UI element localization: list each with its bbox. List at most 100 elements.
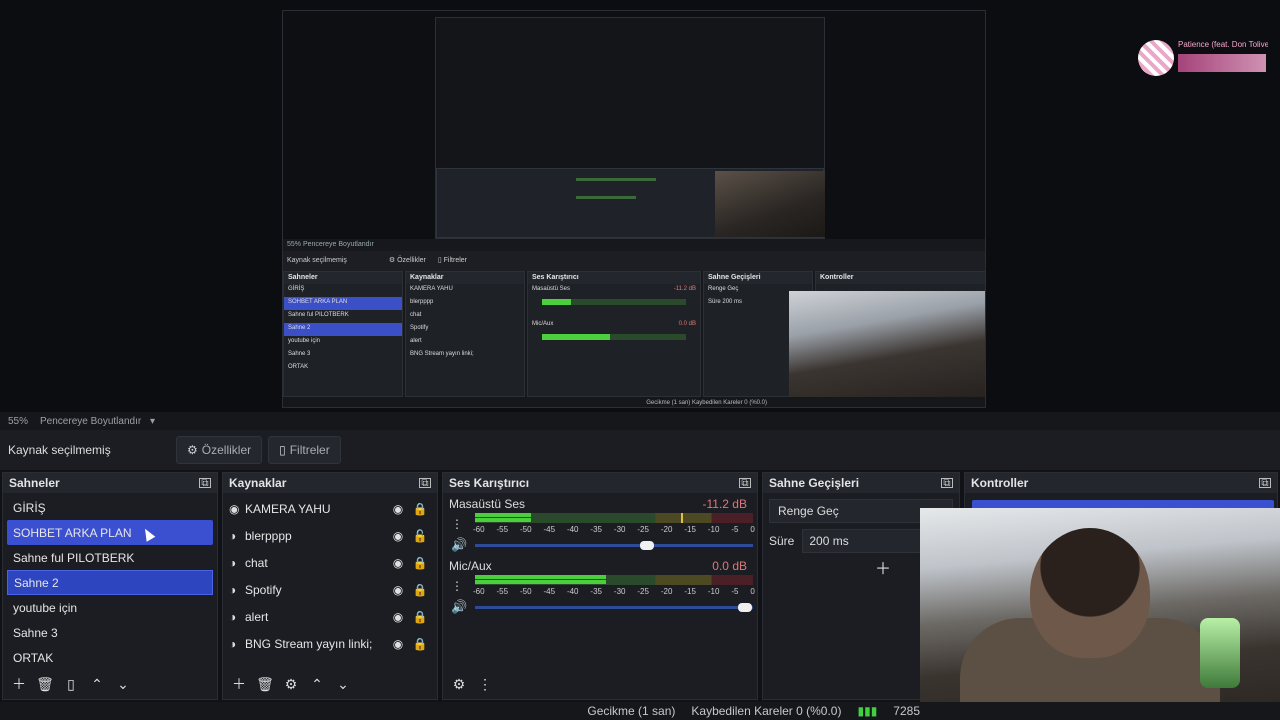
arrow-down-icon[interactable]: ⌄ bbox=[111, 672, 135, 696]
trash-icon[interactable]: 🗑 bbox=[253, 672, 277, 696]
scale-tick: 0 bbox=[750, 525, 755, 534]
scene-item[interactable]: youtube için bbox=[7, 595, 213, 620]
nested-preview-capture: 55% Pencereye Boyutlandır Kaynak seçilme… bbox=[282, 10, 986, 408]
preview-canvas[interactable]: 55% Pencereye Boyutlandır Kaynak seçilme… bbox=[0, 0, 1280, 412]
advanced-audio-icon[interactable]: ⚙ bbox=[447, 672, 471, 696]
properties-button[interactable]: ⚙ Özellikler bbox=[176, 436, 263, 464]
more-icon[interactable]: ⋮ bbox=[451, 517, 463, 531]
sources-title: Kaynaklar bbox=[229, 476, 287, 490]
lock-icon[interactable]: 🔒 bbox=[409, 583, 431, 597]
filters-button[interactable]: ▯ Filtreler bbox=[268, 436, 341, 464]
scale-tick: -50 bbox=[519, 525, 532, 534]
scene-item[interactable]: Sahne ful PILOTBERK bbox=[7, 545, 213, 570]
scene-item[interactable]: Sahne 3 bbox=[7, 620, 213, 645]
lock-icon[interactable]: 🔒 bbox=[409, 556, 431, 570]
mixer-title: Ses Karıştırıcı bbox=[449, 476, 530, 490]
eye-icon[interactable]: ◉ bbox=[387, 583, 409, 597]
lock-icon[interactable]: 🔒 bbox=[409, 610, 431, 624]
nested-sources-panel: Kaynaklar KAMERA YAHU blerpppp chat Spot… bbox=[405, 271, 525, 397]
scale-tick: -35 bbox=[590, 587, 602, 596]
scale-tick: -30 bbox=[613, 525, 626, 534]
speaker-icon[interactable]: 🔊 bbox=[451, 537, 467, 553]
audio-meter bbox=[475, 575, 753, 585]
nested-source-label: Kaynak seçilmemiş ⚙ Özellikler ▯ Filtrel… bbox=[283, 251, 985, 271]
add-icon[interactable]: ＋ bbox=[7, 672, 31, 696]
camera-icon: ◉ bbox=[229, 501, 240, 516]
eye-icon[interactable]: ◉ bbox=[387, 610, 409, 624]
trash-icon[interactable]: 🗑 bbox=[33, 672, 57, 696]
scenes-title: Sahneler bbox=[9, 476, 60, 490]
more-icon[interactable]: ⋮ bbox=[451, 579, 463, 593]
filter-icon: ▯ bbox=[279, 443, 286, 457]
nested-zoom-strip: 55% Pencereye Boyutlandır bbox=[283, 239, 985, 251]
source-item[interactable]: ◑ chat ◉ 🔒 bbox=[223, 549, 437, 576]
filter-icon[interactable]: ▯ bbox=[59, 672, 83, 696]
unlock-icon[interactable]: 🔓 bbox=[409, 529, 431, 543]
arrow-up-icon[interactable]: ⌃ bbox=[85, 672, 109, 696]
dropped-frames-status: Kaybedilen Kareler 0 (%0.0) bbox=[691, 704, 842, 718]
globe-icon: ◑ bbox=[229, 528, 237, 543]
mixer-track: Mic/Aux 0.0 dB ⋮ -60 -55 -50 -45 -40 -35 -30 -2… bbox=[449, 559, 755, 615]
scale-tick: -5 bbox=[731, 587, 739, 596]
globe-icon: ◑ bbox=[229, 555, 237, 570]
globe-icon: ◑ bbox=[229, 582, 237, 597]
arrow-down-icon[interactable]: ⌄ bbox=[331, 672, 355, 696]
scene-item[interactable]: SOHBET ARKA PLAN bbox=[7, 520, 213, 545]
source-item[interactable]: ◑ BNG Stream yayın linki; ◉ 🔒 bbox=[223, 630, 437, 657]
speaker-icon[interactable]: 🔊 bbox=[451, 599, 467, 615]
scale-tick: -25 bbox=[637, 525, 649, 534]
scale-tick: -25 bbox=[637, 587, 649, 596]
audio-meter bbox=[475, 513, 753, 523]
preview-zoom-bar: 55% Pencereye Boyutlandır ▾ bbox=[0, 412, 1280, 430]
undock-icon[interactable]: ⧉ bbox=[419, 478, 431, 489]
scale-tick: -20 bbox=[660, 587, 673, 596]
scale-tick: -60 bbox=[473, 525, 485, 534]
add-icon[interactable]: ＋ bbox=[875, 555, 891, 579]
globe-icon: ◑ bbox=[229, 636, 237, 651]
scale-tick: -40 bbox=[566, 587, 579, 596]
source-item[interactable]: ◑ alert ◉ 🔒 bbox=[223, 603, 437, 630]
undock-icon[interactable]: ⧉ bbox=[199, 478, 211, 489]
lock-icon[interactable]: 🔒 bbox=[409, 637, 431, 651]
duration-input[interactable]: 200 ms bbox=[802, 529, 923, 553]
scale-tick: -10 bbox=[707, 587, 720, 596]
gear-icon[interactable]: ⚙ bbox=[279, 672, 303, 696]
eye-icon[interactable]: ◉ bbox=[387, 556, 409, 570]
scenes-dock: Sahneler ⧉ GİRİŞ SOHBET ARKA PLAN Sahne f… bbox=[2, 472, 218, 700]
scene-item[interactable]: GİRİŞ bbox=[7, 495, 213, 520]
nested-scenes-panel: Sahneler GİRİŞ SOHBET ARKA PLAN Sahne fu… bbox=[283, 271, 403, 397]
eye-icon[interactable]: ◉ bbox=[387, 637, 409, 651]
scale-tick: -15 bbox=[684, 525, 696, 534]
chevron-down-icon: ▾ bbox=[149, 415, 155, 427]
duration-label: Süre bbox=[769, 534, 795, 548]
zoom-mode-select[interactable]: Pencereye Boyutlandır ▾ bbox=[40, 416, 155, 427]
source-item[interactable]: ◑ Spotify ◉ 🔒 bbox=[223, 576, 437, 603]
volume-slider[interactable] bbox=[475, 541, 753, 550]
scale-tick: -10 bbox=[707, 525, 720, 534]
scene-item[interactable]: ORTAK bbox=[7, 645, 213, 670]
volume-slider[interactable] bbox=[475, 603, 753, 612]
lock-icon[interactable]: 🔒 bbox=[409, 502, 431, 516]
source-item[interactable]: ◑ blerpppp ◉ 🔓 bbox=[223, 522, 437, 549]
undock-icon[interactable]: ⧉ bbox=[941, 478, 953, 489]
eye-icon[interactable]: ◉ bbox=[387, 502, 409, 516]
meter-scale: -60 -55 -50 -45 -40 -35 -30 -25 -20 -15 -10 -5 0 bbox=[473, 587, 755, 596]
source-item[interactable]: ◉ KAMERA YAHU ◉ 🔒 bbox=[223, 495, 437, 522]
scene-item[interactable]: Sahne 2 bbox=[7, 570, 213, 595]
controls-title: Kontroller bbox=[971, 476, 1029, 490]
undock-icon[interactable]: ⧉ bbox=[1259, 478, 1271, 489]
overlay-song-title: Patience (feat. Don Toliver) bbox=[1178, 40, 1268, 49]
signal-icon: ▮▮▮ bbox=[857, 704, 878, 718]
undock-icon[interactable]: ⧉ bbox=[739, 478, 751, 489]
scale-tick: -50 bbox=[519, 587, 532, 596]
scale-tick: -55 bbox=[496, 525, 509, 534]
scale-tick: -40 bbox=[566, 525, 579, 534]
sources-dock: Kaynaklar ⧉ ◉ KAMERA YAHU ◉ 🔒 ◑ blerpppp ◉ 🔓 ◑ c… bbox=[222, 472, 438, 700]
spotify-overlay: Patience (feat. Don Toliver) bbox=[1138, 36, 1268, 76]
more-icon[interactable]: ⋮ bbox=[473, 672, 497, 696]
globe-icon: ◑ bbox=[229, 609, 237, 624]
arrow-up-icon[interactable]: ⌃ bbox=[305, 672, 329, 696]
eye-icon[interactable]: ◉ bbox=[387, 529, 409, 543]
transitions-title: Sahne Geçişleri bbox=[769, 476, 860, 490]
add-icon[interactable]: ＋ bbox=[227, 672, 251, 696]
